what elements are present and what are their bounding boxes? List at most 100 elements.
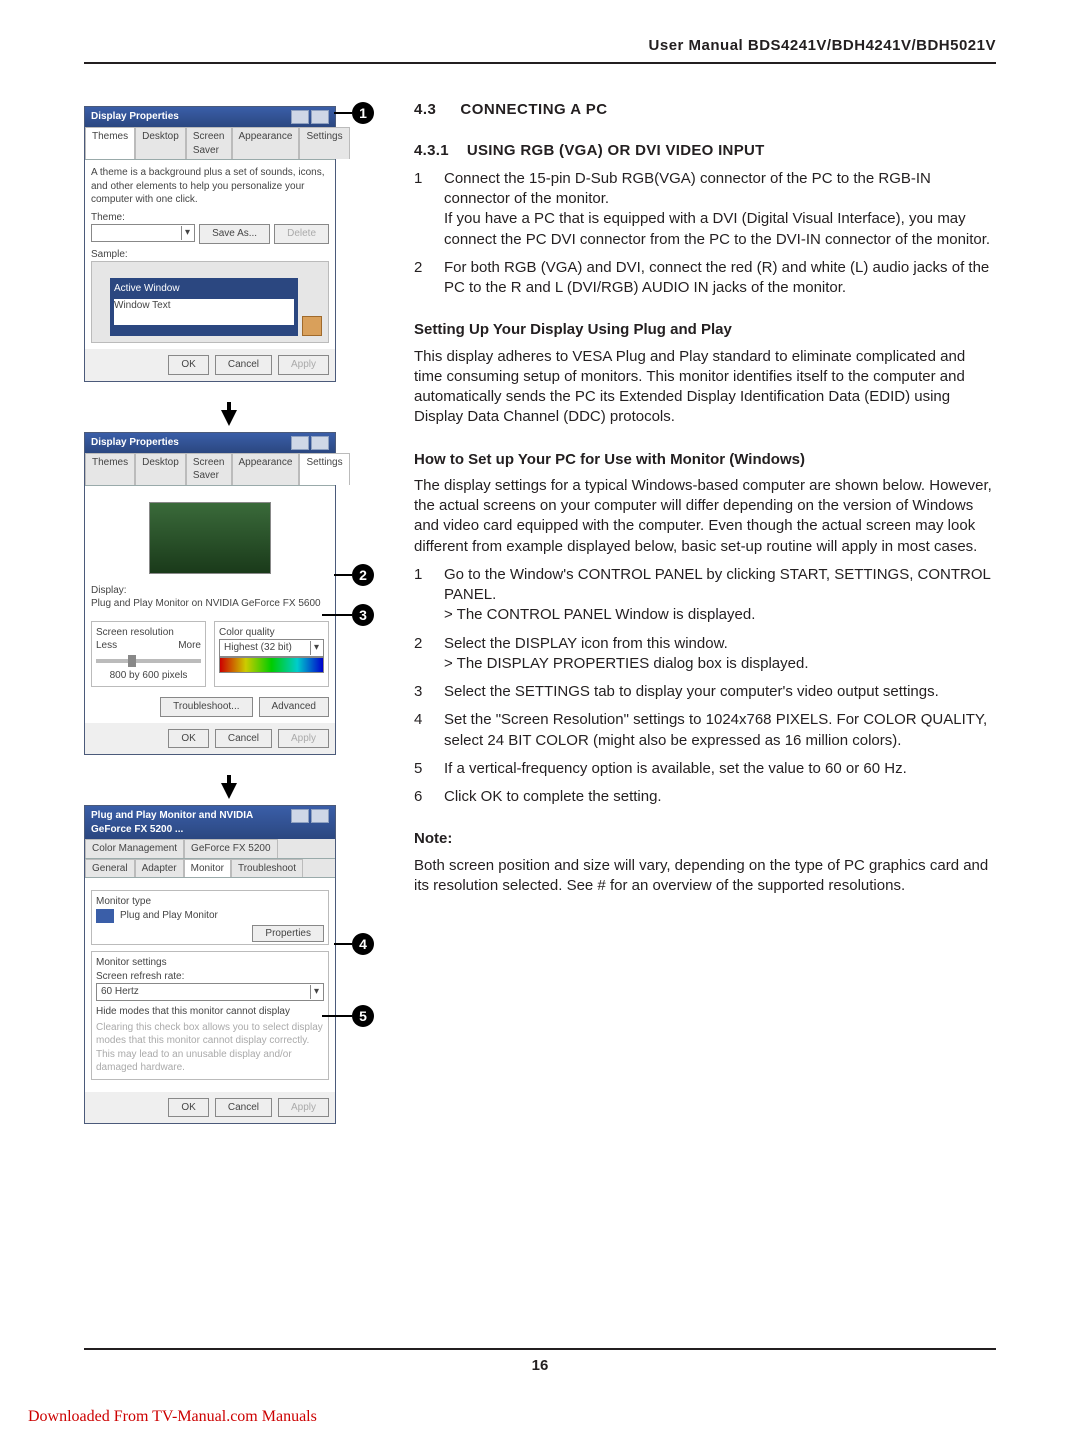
screen-resolution-label: Screen resolution: [96, 626, 201, 640]
download-link-text: Downloaded From TV-Manual.com Manuals: [28, 1406, 317, 1428]
resolution-value: 800 by 600 pixels: [96, 669, 201, 683]
page-number: 16: [84, 1348, 996, 1376]
callout-5: 5: [352, 1005, 374, 1027]
sample-active-window: Active Window: [114, 283, 180, 294]
apply-button: Apply: [278, 355, 329, 375]
tab-themes: Themes: [85, 127, 135, 159]
window-buttons: [291, 436, 329, 450]
heading-plug-and-play: Setting Up Your Display Using Plug and P…: [414, 320, 996, 340]
callout-2: 2: [352, 564, 374, 586]
tab-settings: Settings: [299, 127, 349, 159]
step-text: Select the DISPLAY icon from this window…: [444, 634, 809, 675]
theme-sample: Active Window Window Text: [91, 261, 329, 343]
monitor-preview-icon: [149, 502, 271, 574]
page-header: User Manual BDS4241V/BDH4241V/BDH5021V: [84, 36, 996, 64]
step-text: Go to the Window's CONTROL PANEL by clic…: [444, 565, 996, 626]
tab-appearance: Appearance: [232, 127, 300, 159]
ok-button: OK: [168, 355, 208, 375]
step-text: Click OK to complete the setting.: [444, 787, 662, 807]
tab-troubleshoot: Troubleshoot: [231, 859, 303, 878]
refresh-rate-dropdown: 60 Hertz▾: [96, 983, 324, 1001]
theme-dropdown: ▾: [91, 224, 195, 242]
body-windows-setup: The display settings for a typical Windo…: [414, 476, 996, 557]
subsection-number: 4.3.1: [414, 141, 449, 161]
res-less: Less: [96, 639, 117, 653]
monitor-type-label: Monitor type: [96, 895, 324, 909]
cancel-button: Cancel: [215, 1098, 272, 1118]
tab-strip-upper: Color Management GeForce FX 5200: [85, 839, 335, 859]
cancel-button: Cancel: [215, 355, 272, 375]
monitor-icon: [96, 909, 114, 923]
tab-adapter: Adapter: [135, 859, 184, 878]
apply-button: Apply: [278, 1098, 329, 1118]
warning-text: Clearing this check box allows you to se…: [96, 1021, 324, 1075]
note-body: Both screen position and size will vary,…: [414, 856, 996, 897]
section-number: 4.3: [414, 100, 436, 120]
text-column: 4.3 CONNECTING A PC 4.3.1 USING RGB (VGA…: [414, 100, 996, 1152]
tab-geforce: GeForce FX 5200: [184, 839, 277, 858]
tab-themes: Themes: [85, 453, 135, 485]
tab-screensaver: Screen Saver: [186, 453, 232, 485]
title-bar: Plug and Play Monitor and NVIDIA GeForce…: [91, 809, 291, 836]
display-value: Plug and Play Monitor on NVIDIA GeForce …: [91, 597, 329, 611]
body-plug-and-play: This display adheres to VESA Plug and Pl…: [414, 347, 996, 428]
heading-windows-setup: How to Set up Your PC for Use with Monit…: [414, 450, 996, 470]
color-quality-label: Color quality: [219, 626, 324, 640]
apply-button: Apply: [278, 729, 329, 749]
theme-description: A theme is a background plus a set of so…: [91, 166, 329, 207]
callout-1: 1: [352, 102, 374, 124]
steps-windows: 1Go to the Window's CONTROL PANEL by cli…: [414, 565, 996, 808]
troubleshoot-button: Troubleshoot...: [160, 697, 252, 717]
window-buttons: [291, 809, 329, 836]
step-text: For both RGB (VGA) and DVI, connect the …: [444, 258, 996, 299]
down-arrow-icon: [221, 410, 237, 426]
save-as-button: Save As...: [199, 224, 270, 244]
resolution-slider: [96, 659, 201, 663]
steps-connecting: 1Connect the 15-pin D-Sub RGB(VGA) conne…: [414, 169, 996, 299]
tab-color-management: Color Management: [85, 839, 184, 858]
screenshot-column: Display Properties Themes Desktop Screen…: [84, 100, 374, 1152]
tab-screensaver: Screen Saver: [186, 127, 232, 159]
step-text: Set the "Screen Resolution" settings to …: [444, 710, 996, 751]
display-label: Display:: [91, 584, 329, 598]
properties-button: Properties: [252, 925, 324, 942]
sample-label: Sample:: [91, 248, 329, 262]
tab-strip-lower: General Adapter Monitor Troubleshoot: [85, 859, 335, 879]
callout-4: 4: [352, 933, 374, 955]
tab-strip: Themes Desktop Screen Saver Appearance S…: [85, 453, 335, 486]
tab-settings: Settings: [299, 453, 349, 485]
advanced-button: Advanced: [259, 697, 329, 717]
title-bar: Display Properties: [91, 436, 179, 450]
tab-desktop: Desktop: [135, 453, 186, 485]
step-text: Select the SETTINGS tab to display your …: [444, 682, 939, 702]
res-more: More: [178, 639, 201, 653]
sample-window-text: Window Text: [114, 299, 294, 325]
step-text: If a vertical-frequency option is availa…: [444, 759, 907, 779]
refresh-rate-label: Screen refresh rate:: [96, 970, 324, 984]
callout-3: 3: [352, 604, 374, 626]
color-gradient-icon: [219, 657, 324, 673]
cancel-button: Cancel: [215, 729, 272, 749]
title-bar: Display Properties: [91, 110, 179, 124]
hide-modes-checkbox: Hide modes that this monitor cannot disp…: [96, 1005, 324, 1019]
tab-general: General: [85, 859, 135, 878]
ok-button: OK: [168, 729, 208, 749]
tab-appearance: Appearance: [232, 453, 300, 485]
dialog-display-properties-themes: Display Properties Themes Desktop Screen…: [84, 106, 336, 382]
monitor-settings-label: Monitor settings: [96, 956, 324, 970]
down-arrow-icon: [221, 783, 237, 799]
dialog-monitor-advanced: Plug and Play Monitor and NVIDIA GeForce…: [84, 805, 336, 1124]
step-text: Connect the 15-pin D-Sub RGB(VGA) connec…: [444, 169, 996, 250]
subsection-title: USING RGB (VGA) OR DVI VIDEO INPUT: [467, 141, 765, 161]
tab-strip: Themes Desktop Screen Saver Appearance S…: [85, 127, 335, 160]
section-title: CONNECTING A PC: [460, 100, 607, 120]
note-heading: Note:: [414, 829, 996, 849]
recycle-bin-icon: [302, 316, 322, 336]
window-buttons: [291, 110, 329, 124]
theme-label: Theme:: [91, 211, 329, 225]
monitor-type-value: Plug and Play Monitor: [120, 909, 218, 923]
delete-button: Delete: [274, 224, 329, 244]
tab-monitor: Monitor: [184, 859, 231, 878]
color-quality-dropdown: Highest (32 bit)▾: [219, 639, 324, 657]
tab-desktop: Desktop: [135, 127, 186, 159]
